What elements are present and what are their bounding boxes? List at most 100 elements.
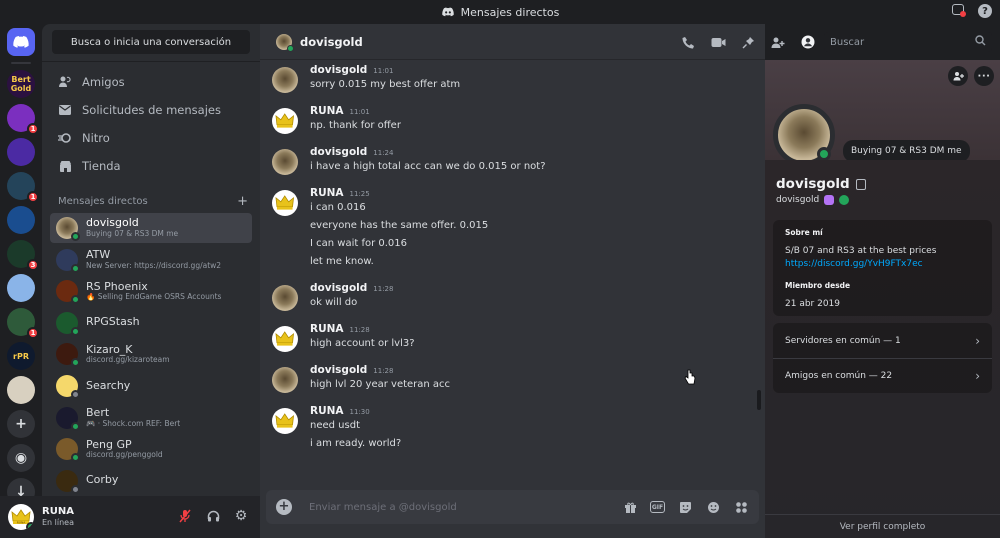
server-icon-server-9[interactable]: rPR	[7, 342, 35, 370]
nav-item-shop[interactable]: Tienda	[50, 152, 252, 180]
add-friends-to-dm-icon[interactable]	[770, 34, 786, 50]
user-profile-panel: ··· Buying 07 & RS3 DM me dovisgold dovi…	[765, 60, 1000, 538]
user-info[interactable]: RUNA En línea	[42, 506, 74, 528]
dm-avatar	[56, 374, 80, 399]
chat-message[interactable]: RUNA 11:01 np. thank for offer	[260, 105, 765, 135]
chat-message[interactable]: dovisgold 11:01 sorry 0.015 my best offer …	[260, 64, 765, 94]
nav-item-nitro[interactable]: Nitro	[50, 124, 252, 152]
user-name: RUNA	[42, 506, 74, 518]
mutual-servers-row[interactable]: Servidores en común — 1 ›	[773, 323, 992, 358]
message-avatar[interactable]	[272, 67, 298, 93]
message-author[interactable]: RUNA	[310, 105, 344, 117]
gift-icon[interactable]	[622, 499, 638, 515]
server-icon-server-8[interactable]: 1	[7, 308, 39, 339]
chat-search-input[interactable]	[830, 36, 970, 48]
message-author[interactable]: RUNA	[310, 405, 344, 417]
message-author[interactable]: RUNA	[310, 323, 344, 335]
dm-avatar	[56, 438, 80, 463]
apps-icon[interactable]	[733, 499, 749, 515]
message-avatar[interactable]	[272, 108, 298, 134]
message-author[interactable]: RUNA	[310, 187, 344, 199]
search-icon[interactable]	[975, 35, 986, 49]
dm-text: Searchy	[86, 380, 130, 393]
server-icon-server-5[interactable]	[7, 206, 35, 234]
user-profile-icon[interactable]	[800, 34, 816, 50]
settings-gear-icon[interactable]: ⚙	[232, 507, 250, 525]
create-dm-plus-icon[interactable]: +	[237, 194, 248, 209]
hypesquad-badge-icon[interactable]	[839, 195, 850, 205]
chat-message[interactable]: RUNA 11:30 need usdt i am ready. world?	[260, 405, 765, 453]
emoji-icon[interactable]	[705, 499, 721, 515]
dm-item-searchy[interactable]: Searchy	[50, 371, 252, 401]
dm-item-atw[interactable]: ATW New Server: https://discord.gg/atw2	[50, 245, 252, 275]
view-full-profile-link[interactable]: Ver perfil completo	[765, 514, 1000, 538]
chat-message[interactable]: dovisgold 11:24 i have a high total acc ca…	[260, 146, 765, 176]
profile-avatar[interactable]	[773, 104, 835, 166]
nav-item-friends[interactable]: Amigos	[50, 68, 252, 96]
server-icon-server-6[interactable]: 3	[7, 240, 39, 271]
message-text: ok will do	[310, 297, 358, 308]
recipient-name[interactable]: dovisgold	[300, 35, 363, 49]
more-options-icon[interactable]: ···	[974, 66, 994, 86]
nav-item-message-requests[interactable]: Solicitudes de mensajes	[50, 96, 252, 124]
server-icon-server-7[interactable]	[7, 274, 35, 302]
attach-plus-icon[interactable]: +	[276, 499, 292, 515]
message-author[interactable]: dovisgold	[310, 64, 367, 76]
dm-item-dovisgold[interactable]: dovisgold Buying 07 & RS3 DM me	[50, 213, 252, 243]
headphones-icon[interactable]	[204, 507, 222, 525]
message-author[interactable]: dovisgold	[310, 364, 367, 376]
mute-microphone-icon[interactable]	[176, 507, 194, 525]
server-icon-server-4[interactable]: 1	[7, 172, 39, 203]
message-avatar[interactable]	[272, 190, 298, 216]
message-text: i can 0.016	[310, 202, 366, 213]
chat-search-box	[824, 32, 992, 52]
recipient-avatar[interactable]	[276, 33, 294, 52]
gif-icon[interactable]: GIF	[650, 501, 665, 513]
chat-message[interactable]: RUNA 11:25 i can 0.016 everyone has the sam…	[260, 187, 765, 271]
note-icon[interactable]	[855, 178, 866, 190]
message-avatar[interactable]	[272, 149, 298, 175]
message-input[interactable]	[309, 501, 599, 513]
find-conversation-button[interactable]: Busca o inicia una conversación	[52, 30, 250, 54]
chat-message[interactable]: dovisgold 11:28 ok will do	[260, 282, 765, 312]
dm-item-corby[interactable]: Corby	[50, 466, 252, 496]
dm-item-rpgstash[interactable]: RPGStash	[50, 308, 252, 338]
user-panel: RUNA RUNA En línea ⚙	[0, 496, 260, 538]
message-avatar[interactable]	[272, 326, 298, 352]
add-server-icon[interactable]: +	[7, 410, 35, 438]
server-icon-bert-gold[interactable]: Bert Gold	[7, 70, 35, 98]
dm-nav: Amigos Solicitudes de mensajes Nitro Tie…	[42, 62, 260, 180]
discover-icon[interactable]: ◉	[7, 444, 35, 472]
voice-call-icon[interactable]	[680, 34, 696, 50]
dm-item-kizaro-k[interactable]: Kizaro_K discord.gg/kizaroteam	[50, 339, 252, 369]
dm-item-bert[interactable]: Bert 🎮 · Shock.com REF: Bert	[50, 403, 252, 433]
message-avatar[interactable]	[272, 367, 298, 393]
message-scrollbar[interactable]	[757, 390, 761, 410]
server-icon-discord-home[interactable]	[7, 28, 35, 56]
about-me-link[interactable]: https://discord.gg/YvH9FTx7ec	[785, 258, 980, 271]
nitro-badge-icon[interactable]	[824, 195, 835, 205]
sticker-icon[interactable]	[677, 499, 693, 515]
video-call-icon[interactable]	[710, 34, 726, 50]
mutual-friends-row[interactable]: Amigos en común — 22 ›	[773, 358, 992, 393]
profile-status-dot	[817, 147, 831, 161]
server-icon-server-10[interactable]	[7, 376, 35, 404]
help-icon[interactable]: ?	[978, 4, 992, 18]
pinned-messages-icon[interactable]	[740, 34, 756, 50]
server-icon-server-3[interactable]	[7, 138, 35, 166]
inbox-icon[interactable]	[952, 4, 966, 17]
status-dot	[71, 421, 80, 431]
server-icon-server-2[interactable]: 1	[7, 104, 39, 135]
add-friend-icon[interactable]	[948, 66, 968, 86]
message-avatar[interactable]	[272, 285, 298, 311]
user-avatar[interactable]: RUNA	[8, 504, 34, 530]
status-dot	[71, 295, 80, 305]
dm-item-rs-phoenix[interactable]: RS Phoenix 🔥 Selling EndGame OSRS Account…	[50, 276, 252, 306]
message-avatar[interactable]	[272, 408, 298, 434]
message-author[interactable]: dovisgold	[310, 282, 367, 294]
message-header: dovisgold 11:28	[310, 282, 765, 294]
dm-item-peng-gp[interactable]: Peng GP discord.gg/penggold	[50, 434, 252, 464]
message-author[interactable]: dovisgold	[310, 146, 367, 158]
dm-avatar	[56, 280, 80, 305]
chat-message[interactable]: RUNA 11:28 high account or lvl3?	[260, 323, 765, 353]
